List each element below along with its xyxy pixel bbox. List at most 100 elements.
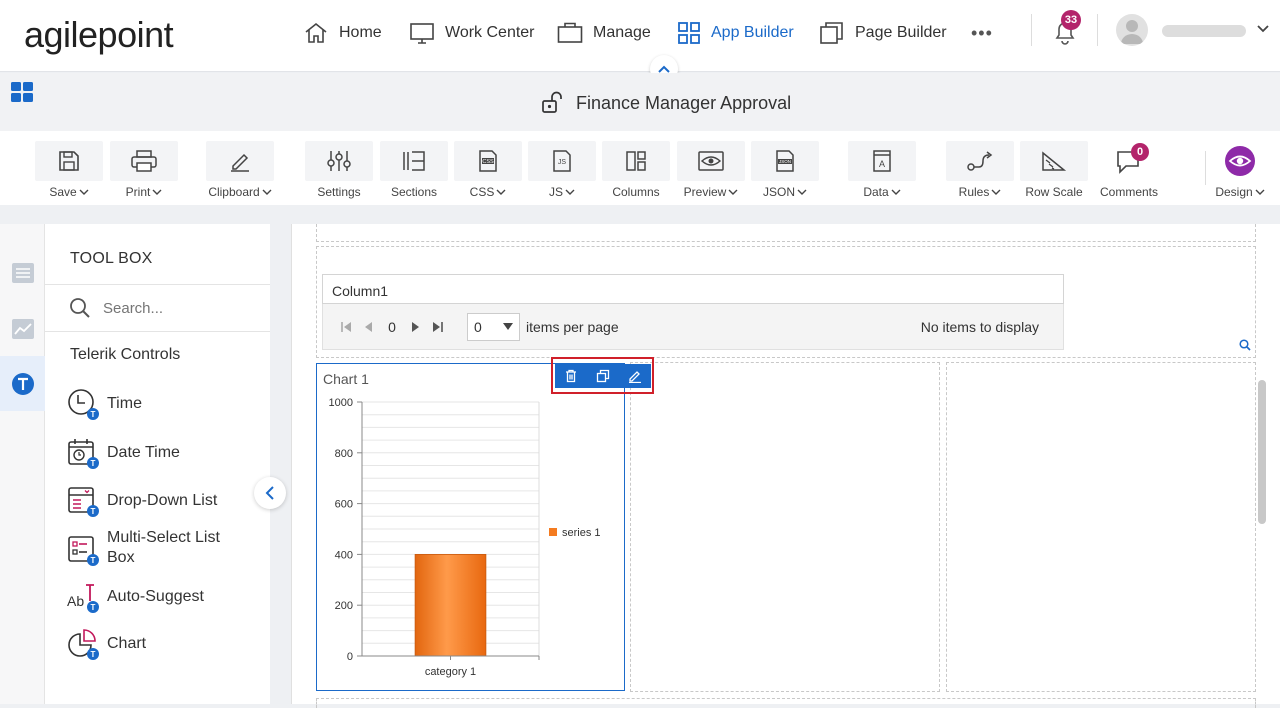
tool-date-time[interactable]: T Date Time xyxy=(67,437,180,469)
tool-drop-down-list[interactable]: T Drop-Down List xyxy=(67,485,217,517)
drop-zone[interactable] xyxy=(316,698,1256,708)
toolbox-title: TOOL BOX xyxy=(70,250,153,267)
pages-icon xyxy=(820,22,843,44)
last-page-button[interactable] xyxy=(427,321,449,333)
grid-pager: 0 0 items per page No items to display xyxy=(322,304,1064,350)
canvas-scrollbar[interactable] xyxy=(1258,380,1266,524)
chevron-down-icon xyxy=(496,189,506,195)
nav-work-center[interactable]: Work Center xyxy=(409,18,535,48)
css-file-icon: CSS xyxy=(479,150,497,172)
chevron-down-icon[interactable] xyxy=(1256,24,1270,34)
rules-icon xyxy=(967,151,993,171)
data-button[interactable]: A Data xyxy=(848,141,916,201)
json-button[interactable]: JSON JSON xyxy=(751,141,819,201)
sections-button[interactable]: Sections xyxy=(380,141,448,201)
preview-label: Preview xyxy=(683,185,727,199)
apps-grid-icon[interactable] xyxy=(10,81,34,103)
bar-chart: 0 200 400 600 800 1000 category 1 series 1 xyxy=(329,397,601,678)
comments-button[interactable]: 0 Comments xyxy=(1095,141,1163,201)
nav-page-builder[interactable]: Page Builder xyxy=(819,18,947,48)
prev-page-button[interactable] xyxy=(357,321,379,333)
legend-label: series 1 xyxy=(562,527,601,539)
clipboard-label: Clipboard xyxy=(208,185,260,199)
nav-divider xyxy=(1031,14,1032,46)
js-button[interactable]: JS JS xyxy=(528,141,596,201)
toolbox-search xyxy=(45,284,270,332)
svg-text:JSON: JSON xyxy=(779,159,791,164)
sections-label: Sections xyxy=(390,185,438,199)
tool-drop-down-list-label: Drop-Down List xyxy=(107,492,218,509)
grid-column-header[interactable]: Column1 xyxy=(322,274,1064,304)
tool-multi-select-list-box[interactable]: T Multi-Select List Box xyxy=(67,528,237,568)
current-page-number: 0 xyxy=(388,318,396,335)
chevron-down-icon xyxy=(1255,189,1265,195)
rules-label: Rules xyxy=(958,185,990,199)
database-icon: A xyxy=(873,150,891,172)
rules-button[interactable]: Rules xyxy=(946,141,1014,201)
columns-button[interactable]: Columns xyxy=(602,141,670,201)
row-scale-button[interactable]: Row Scale xyxy=(1020,141,1088,201)
nav-manage[interactable]: Manage xyxy=(557,18,651,48)
nav-home[interactable]: Home xyxy=(303,18,382,48)
y-tick-label: 600 xyxy=(335,499,353,511)
sliders-icon xyxy=(327,151,351,171)
nav-app-builder[interactable]: App Builder xyxy=(677,18,794,48)
svg-text:CSS: CSS xyxy=(482,159,494,165)
user-icon xyxy=(1121,20,1143,44)
y-tick-label: 800 xyxy=(335,448,353,460)
tool-auto-suggest-label: Auto-Suggest xyxy=(107,588,204,605)
css-button[interactable]: CSS CSS xyxy=(454,141,522,201)
chevron-left-icon xyxy=(265,486,274,500)
prev-page-icon xyxy=(365,321,372,332)
user-name-redacted[interactable] xyxy=(1162,25,1246,37)
print-button[interactable]: Print xyxy=(110,141,178,201)
column-cell-2[interactable] xyxy=(630,362,940,692)
toolbox-search-input[interactable] xyxy=(103,299,253,317)
search-icon[interactable] xyxy=(1239,339,1251,351)
form-toolbar: Save Print Clipboard Settings Sections C… xyxy=(0,131,1280,205)
design-button[interactable]: Design xyxy=(1210,141,1270,201)
legend-swatch xyxy=(549,528,557,536)
monitor-icon xyxy=(410,23,434,44)
avatar[interactable] xyxy=(1116,14,1148,46)
column-cell-3[interactable] xyxy=(946,362,1256,692)
svg-text:A: A xyxy=(879,159,885,169)
more-menu-button[interactable]: ••• xyxy=(971,18,993,48)
nav-app-builder-label: App Builder xyxy=(711,24,794,41)
design-label: Design xyxy=(1215,185,1253,199)
svg-text:JS: JS xyxy=(558,159,567,166)
columns-label: Columns xyxy=(612,185,660,199)
rail-form-controls-button[interactable] xyxy=(0,248,45,298)
page-size-value: 0 xyxy=(474,318,482,335)
chart-control[interactable]: Chart 1 0 200 400 600 800 1000 category 1 seri… xyxy=(316,357,654,691)
rail-analytics-button[interactable] xyxy=(0,304,45,354)
row-scale-label: Row Scale xyxy=(1025,185,1083,199)
triangle-down-icon xyxy=(503,322,513,330)
next-page-icon xyxy=(412,321,419,332)
chart-bar xyxy=(414,553,487,657)
page-size-select[interactable]: 0 xyxy=(467,312,520,341)
data-label: Data xyxy=(863,185,889,199)
agilepoint-logo[interactable]: agilepoint xyxy=(24,14,174,56)
home-icon xyxy=(305,22,327,43)
next-page-button[interactable] xyxy=(405,321,427,333)
settings-button[interactable]: Settings xyxy=(305,141,373,201)
notifications-button[interactable]: 33 xyxy=(1052,10,1081,46)
form-title-text: Finance Manager Approval xyxy=(576,92,792,113)
preview-button[interactable]: Preview xyxy=(677,141,745,201)
unlock-icon[interactable] xyxy=(540,91,566,115)
drop-zone[interactable] xyxy=(316,224,1256,242)
toolbox-collapse-button[interactable] xyxy=(254,477,286,509)
first-page-button[interactable] xyxy=(335,321,357,333)
x-tick-label: category 1 xyxy=(425,666,476,678)
js-label: JS xyxy=(548,185,563,199)
tool-time[interactable]: T Time xyxy=(67,388,142,420)
clipboard-button[interactable]: Clipboard xyxy=(206,141,274,201)
tool-chart[interactable]: T Chart xyxy=(67,628,146,660)
design-eye-icon xyxy=(1225,146,1255,176)
rail-telerik-button[interactable] xyxy=(0,356,45,411)
y-tick-label: 200 xyxy=(335,600,353,612)
save-button[interactable]: Save xyxy=(35,141,103,201)
tool-auto-suggest[interactable]: Ab T Auto-Suggest xyxy=(67,581,204,613)
settings-label: Settings xyxy=(317,185,361,199)
